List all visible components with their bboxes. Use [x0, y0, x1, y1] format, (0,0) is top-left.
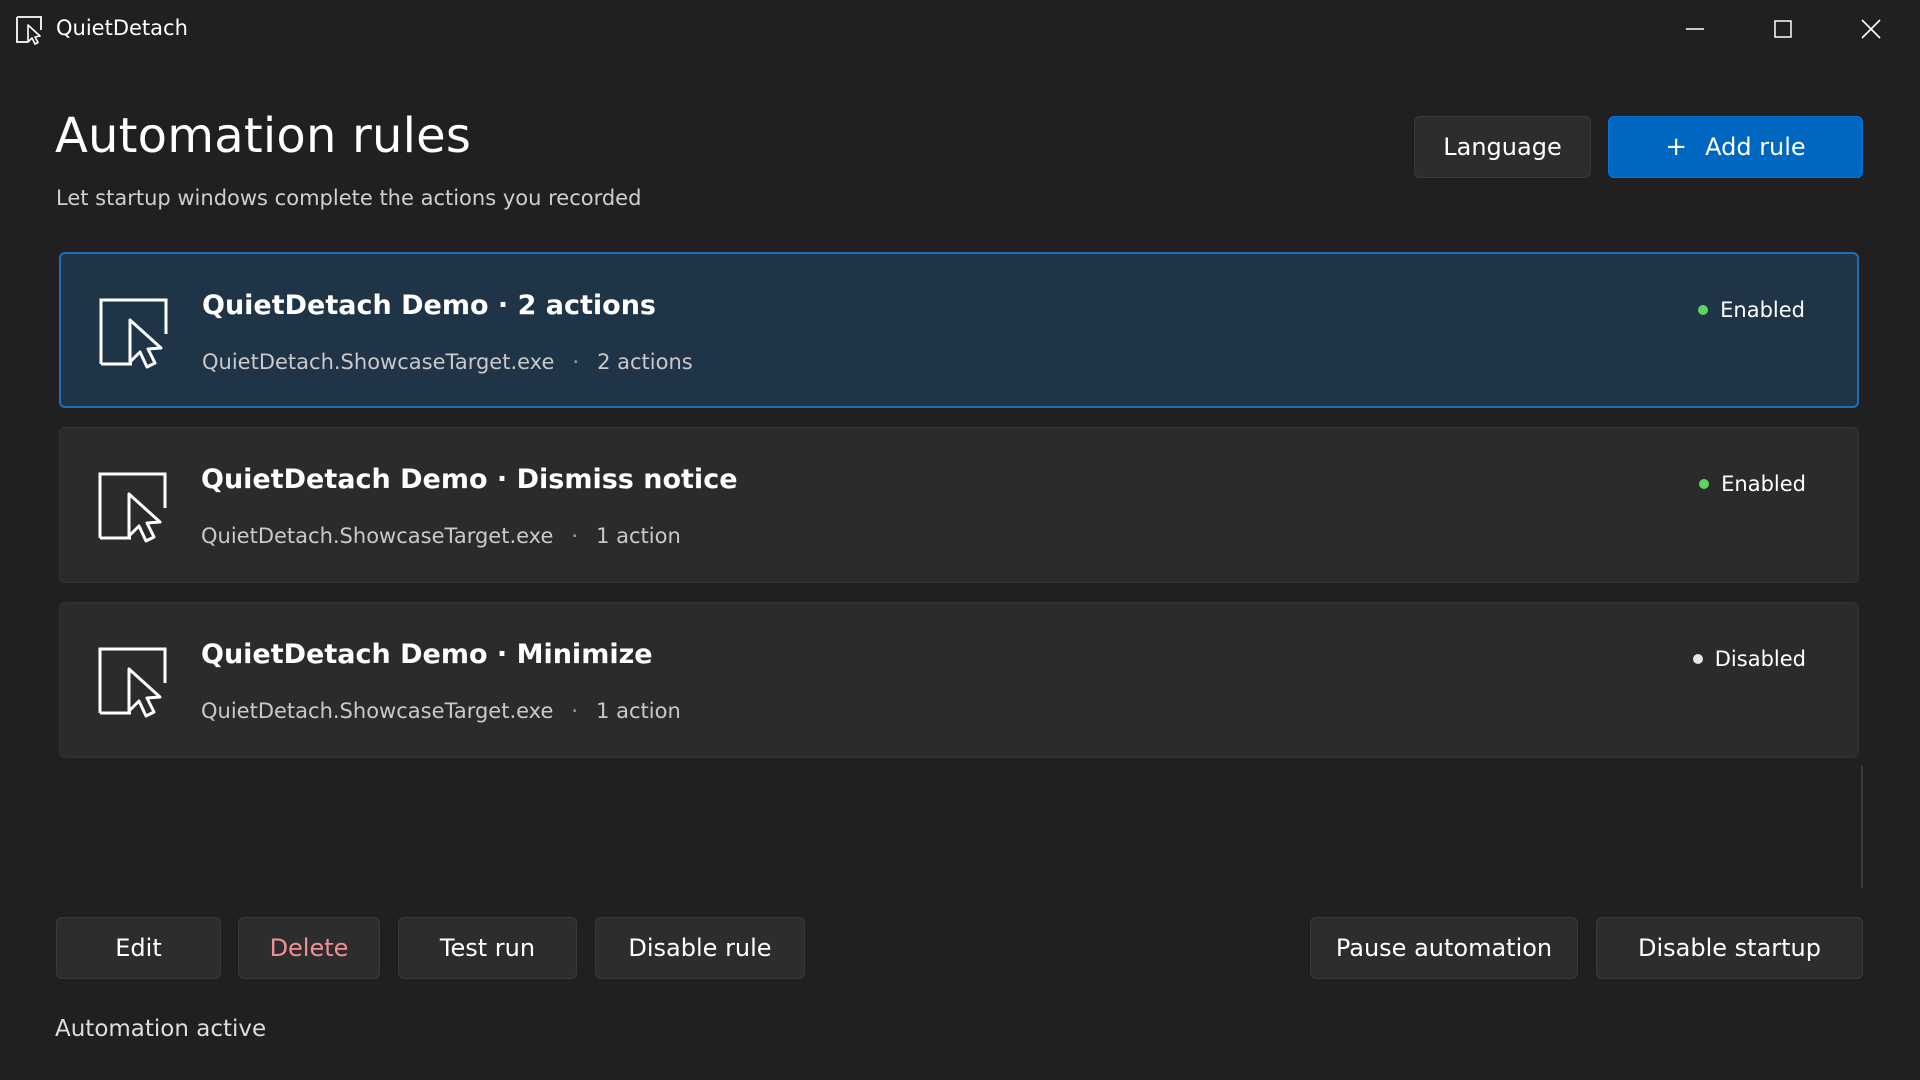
maximize-icon: [1774, 20, 1792, 38]
delete-button-label: Delete: [269, 934, 349, 962]
page-title: Automation rules: [55, 108, 472, 164]
rule-meta: QuietDetach.ShowcaseTarget.exe · 1 action: [201, 524, 681, 548]
rule-action-count: 2 actions: [597, 350, 693, 374]
rule-separator: ·: [572, 350, 580, 374]
window-pointer-icon: [98, 647, 167, 718]
rule-meta: QuietDetach.ShowcaseTarget.exe · 1 action: [201, 699, 681, 723]
status-label: Enabled: [1720, 298, 1805, 322]
rule-meta: QuietDetach.ShowcaseTarget.exe · 2 actions: [202, 350, 693, 374]
window-pointer-icon: [99, 298, 168, 369]
window-title: QuietDetach: [56, 16, 188, 40]
status-label: Enabled: [1721, 472, 1806, 496]
rule-card[interactable]: QuietDetach Demo · Minimize QuietDetach.…: [59, 602, 1859, 758]
page-subtitle: Let startup windows complete the actions…: [56, 186, 642, 210]
app-pointer-icon: [16, 16, 42, 45]
rule-name: QuietDetach Demo · Dismiss notice: [201, 464, 738, 495]
title-bar: QuietDetach: [0, 0, 1920, 58]
disable-rule-button[interactable]: Disable rule: [595, 917, 805, 979]
rule-executable: QuietDetach.ShowcaseTarget.exe: [202, 350, 555, 374]
disable-startup-button-label: Disable startup: [1638, 934, 1821, 962]
status-badge: Enabled: [1699, 472, 1806, 496]
rule-separator: ·: [571, 699, 579, 723]
rule-action-count: 1 action: [596, 699, 681, 723]
status-badge: Enabled: [1698, 298, 1805, 322]
plus-icon: +: [1665, 132, 1688, 162]
status-dot-icon: [1699, 479, 1710, 489]
rule-card[interactable]: QuietDetach Demo · Dismiss notice QuietD…: [59, 427, 1859, 583]
add-rule-button-label: Add rule: [1705, 133, 1806, 161]
edit-button[interactable]: Edit: [56, 917, 221, 979]
status-label: Disabled: [1714, 647, 1806, 671]
close-button[interactable]: [1828, 0, 1914, 58]
minimize-button[interactable]: [1652, 0, 1738, 58]
language-button-label: Language: [1443, 133, 1562, 161]
rule-name: QuietDetach Demo · 2 actions: [202, 290, 657, 321]
disable-rule-button-label: Disable rule: [628, 934, 772, 962]
test-run-button-label: Test run: [439, 934, 536, 962]
rule-name: QuietDetach Demo · Minimize: [201, 639, 653, 670]
window-pointer-icon: [98, 472, 167, 543]
rule-separator: ·: [571, 524, 579, 548]
pause-automation-button-label: Pause automation: [1335, 934, 1553, 962]
rule-executable: QuietDetach.ShowcaseTarget.exe: [201, 524, 554, 548]
minimize-icon: [1686, 28, 1704, 30]
add-rule-button[interactable]: + Add rule: [1608, 116, 1863, 178]
automation-status-text: Automation active: [55, 1016, 267, 1042]
rule-card[interactable]: QuietDetach Demo · 2 actions QuietDetach…: [59, 252, 1859, 408]
edit-button-label: Edit: [115, 934, 162, 962]
status-dot-icon: [1698, 305, 1709, 315]
status-dot-icon: [1692, 654, 1703, 664]
test-run-button[interactable]: Test run: [398, 917, 577, 979]
rule-action-count: 1 action: [596, 524, 681, 548]
pause-automation-button[interactable]: Pause automation: [1310, 917, 1578, 979]
list-scrollbar[interactable]: [1861, 766, 1863, 888]
maximize-button[interactable]: [1740, 0, 1826, 58]
delete-button[interactable]: Delete: [238, 917, 380, 979]
close-icon: [1861, 19, 1881, 39]
status-badge: Disabled: [1692, 647, 1806, 671]
rule-executable: QuietDetach.ShowcaseTarget.exe: [201, 699, 554, 723]
language-button[interactable]: Language: [1414, 116, 1591, 178]
disable-startup-button[interactable]: Disable startup: [1596, 917, 1863, 979]
